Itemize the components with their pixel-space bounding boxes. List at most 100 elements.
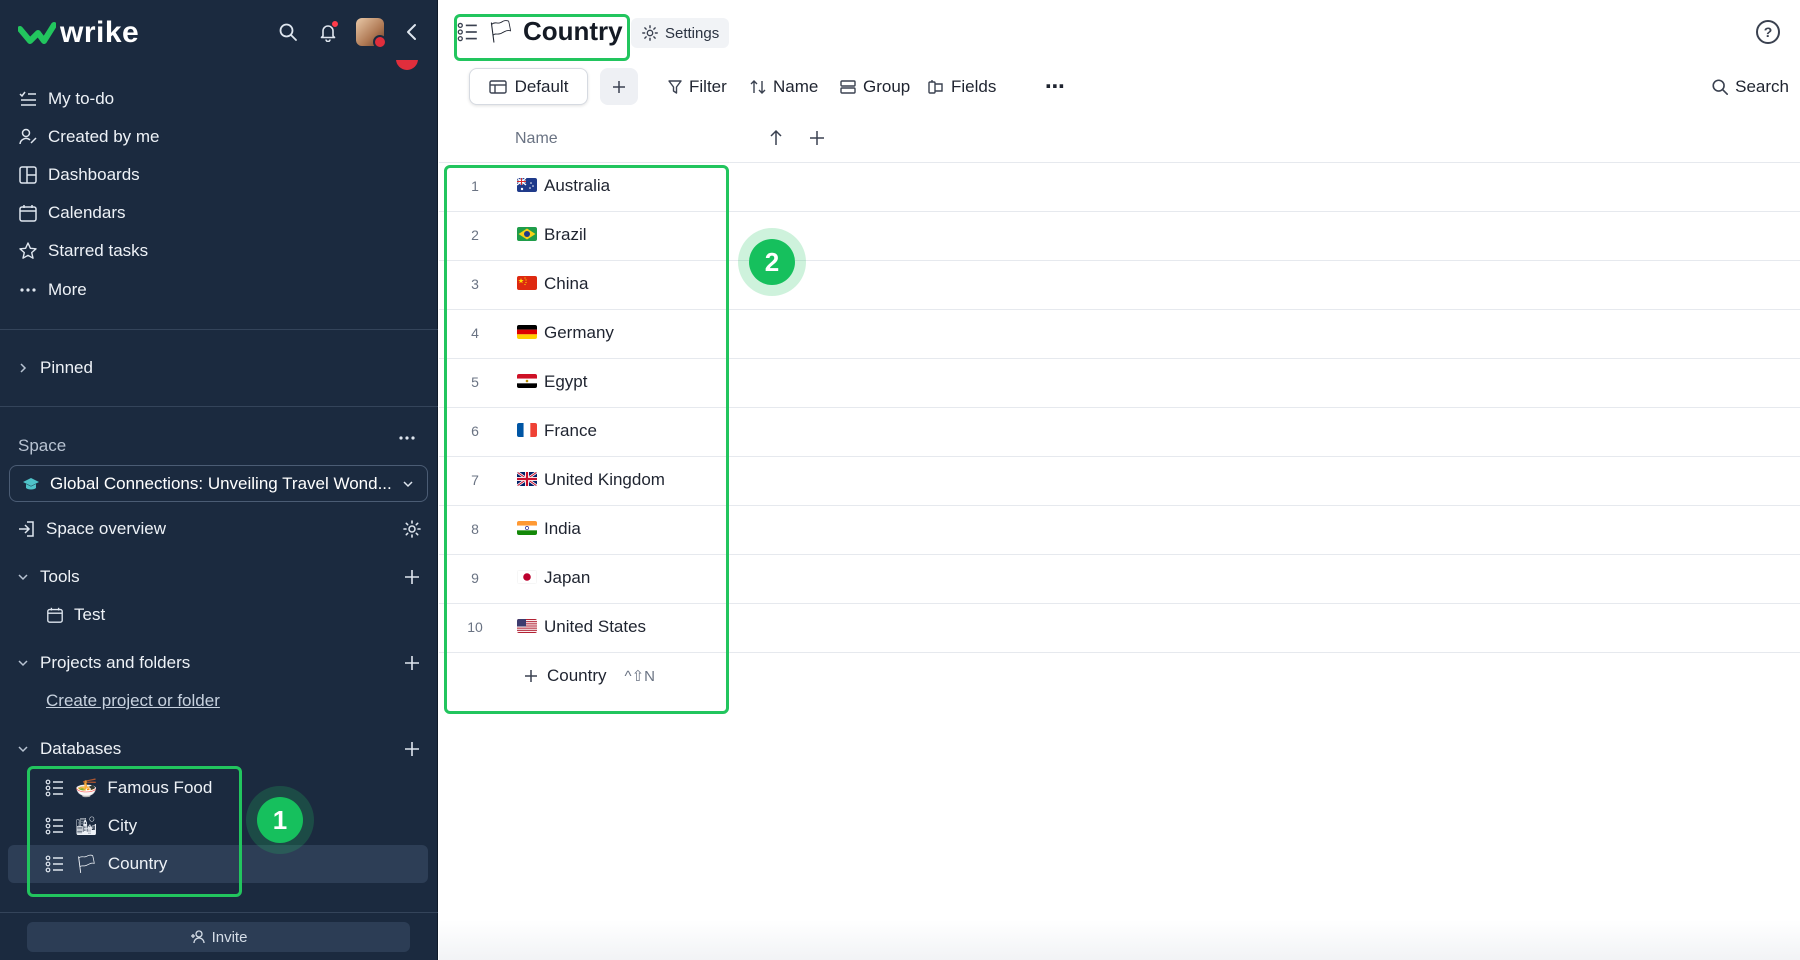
databases-label: Databases xyxy=(40,739,122,758)
wrike-logo[interactable]: wrike xyxy=(18,16,139,50)
nav-label: Calendars xyxy=(48,203,126,222)
annotation-badge-1: 1 xyxy=(246,786,314,854)
space-more-button[interactable] xyxy=(397,428,417,454)
chevron-down-icon xyxy=(18,574,28,581)
divider xyxy=(0,912,438,913)
nav-more[interactable]: More xyxy=(18,273,418,307)
annotation-badge-2: 2 xyxy=(738,228,806,296)
sort-ascending-icon[interactable] xyxy=(767,128,785,148)
add-database-plus-icon[interactable] xyxy=(402,739,422,759)
fields-label: Fields xyxy=(951,76,997,96)
nav-label: Starred tasks xyxy=(48,241,149,260)
table-header: Name xyxy=(439,118,1800,163)
divider xyxy=(0,406,438,407)
databases-section[interactable]: Databases xyxy=(16,732,422,766)
chevron-down-icon xyxy=(18,660,28,667)
bottom-shade xyxy=(439,920,1800,960)
space-selector[interactable]: Global Connections: Unveiling Travel Won… xyxy=(9,465,428,502)
user-pen-icon xyxy=(19,128,37,145)
tools-section[interactable]: Tools xyxy=(16,560,422,594)
add-tool-plus-icon[interactable] xyxy=(402,567,422,587)
more-dots-icon xyxy=(399,436,415,440)
highlight-box-title xyxy=(454,14,630,61)
help-icon[interactable]: ? xyxy=(1756,20,1780,44)
highlight-box-country-list xyxy=(444,165,729,714)
graduation-cap-icon xyxy=(23,477,39,489)
chevron-down-icon xyxy=(18,746,28,753)
divider xyxy=(0,329,438,330)
projects-label: Projects and folders xyxy=(40,653,191,672)
sidebar: wrike My to-do Created by me Dashboards xyxy=(0,0,438,960)
pinned-section[interactable]: Pinned xyxy=(16,351,422,385)
nav-my-todo[interactable]: My to-do xyxy=(18,82,418,116)
more-dots-icon xyxy=(20,288,36,292)
calendar-icon xyxy=(47,607,63,623)
add-project-plus-icon[interactable] xyxy=(402,653,422,673)
sort-label: Name xyxy=(773,76,819,96)
main-content: 🏳 Country Settings ? Default Filter Name… xyxy=(439,0,1800,960)
annotation-number: 1 xyxy=(257,797,303,843)
group-icon xyxy=(840,79,856,94)
enter-arrow-icon xyxy=(19,521,34,537)
chevron-right-icon xyxy=(20,363,27,373)
group-button[interactable]: Group xyxy=(839,68,910,105)
search-icon xyxy=(1712,78,1729,95)
invite-label: Invite xyxy=(211,928,248,946)
tool-label: Test xyxy=(74,605,106,624)
projects-section[interactable]: Projects and folders xyxy=(16,646,422,680)
annotation-number: 2 xyxy=(749,239,795,285)
sidebar-top-bar: wrike xyxy=(0,0,438,64)
column-name-header[interactable]: Name xyxy=(515,130,558,148)
filter-button[interactable]: Filter xyxy=(667,68,727,105)
group-label: Group xyxy=(863,76,911,96)
nav-label: My to-do xyxy=(48,89,115,108)
search-icon[interactable] xyxy=(276,20,300,44)
filter-icon xyxy=(668,79,682,94)
invite-button[interactable]: Invite xyxy=(27,922,410,952)
todo-icon xyxy=(19,91,36,106)
fields-button[interactable]: Fields xyxy=(927,68,996,105)
search-label: Search xyxy=(1735,76,1789,96)
sort-button[interactable]: Name xyxy=(749,68,818,105)
nav-created-by-me[interactable]: Created by me xyxy=(18,120,418,154)
nav-starred-tasks[interactable]: Starred tasks xyxy=(18,234,418,268)
logo-text: wrike xyxy=(60,16,140,49)
add-column-plus-icon[interactable] xyxy=(807,128,827,148)
add-view-button[interactable] xyxy=(600,68,638,105)
pinned-label: Pinned xyxy=(40,358,93,377)
nav-label: More xyxy=(48,280,87,299)
wrike-check-icon xyxy=(18,22,56,44)
collapse-sidebar-icon[interactable] xyxy=(400,20,424,44)
nav-dashboards[interactable]: Dashboards xyxy=(18,158,418,192)
fields-icon xyxy=(928,79,943,94)
nav-label: Created by me xyxy=(48,127,160,146)
plus-icon xyxy=(613,80,625,93)
create-project-link[interactable]: Create project or folder xyxy=(46,684,422,718)
search-button[interactable]: Search xyxy=(1711,68,1789,105)
view-label: Default xyxy=(514,76,569,96)
chevron-down-icon xyxy=(403,480,413,487)
avatar[interactable] xyxy=(356,18,387,49)
sort-icon xyxy=(750,79,766,94)
tools-label: Tools xyxy=(40,567,80,586)
nav-calendars[interactable]: Calendars xyxy=(18,196,418,230)
calendar-icon xyxy=(19,205,37,222)
bell-icon[interactable] xyxy=(316,20,340,44)
star-icon xyxy=(19,242,37,259)
space-label: Space xyxy=(18,436,67,455)
notification-dot xyxy=(331,20,339,28)
settings-button[interactable]: Settings xyxy=(631,18,730,48)
top-icon-group xyxy=(276,18,424,49)
gear-icon xyxy=(642,25,658,41)
more-options-button[interactable]: ⋯ xyxy=(1045,68,1065,105)
view-toolbar: Default Filter Name Group Fields ⋯ Searc… xyxy=(469,68,1789,106)
tool-item-test[interactable]: Test xyxy=(46,598,422,632)
add-user-icon xyxy=(190,930,205,944)
settings-label: Settings xyxy=(665,24,720,42)
gear-icon[interactable] xyxy=(402,519,422,539)
nav-label: Dashboards xyxy=(48,165,140,184)
table-icon xyxy=(488,79,507,94)
highlight-box-databases xyxy=(27,766,242,897)
space-overview[interactable]: Space overview xyxy=(16,512,422,546)
view-tab-default[interactable]: Default xyxy=(469,68,588,105)
